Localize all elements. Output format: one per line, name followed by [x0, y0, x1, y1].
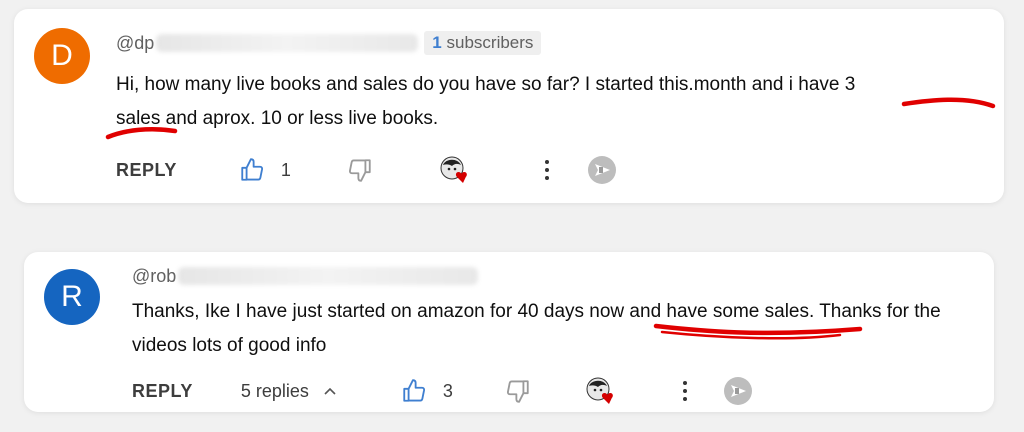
like-button[interactable]: 1	[239, 157, 291, 183]
more-vert-icon	[544, 160, 549, 180]
view-replies-button[interactable]: 5 replies	[241, 381, 309, 402]
more-vert-icon	[682, 381, 687, 401]
avatar[interactable]: D	[34, 28, 90, 84]
creator-heart[interactable]	[439, 155, 473, 185]
more-options-button[interactable]	[543, 158, 551, 182]
thumbs-down-icon	[506, 380, 529, 403]
thumbs-up-icon	[403, 379, 425, 402]
send-icon	[587, 156, 616, 184]
reply-button[interactable]: REPLY	[132, 381, 193, 402]
redacted-name	[156, 34, 419, 52]
thumbs-up-icon	[241, 158, 263, 181]
share-button[interactable]	[723, 376, 753, 406]
thumbs-down-icon	[348, 159, 371, 182]
like-count: 1	[280, 159, 291, 180]
send-icon	[723, 377, 752, 405]
reply-button[interactable]: REPLY	[116, 160, 177, 181]
creator-heart[interactable]	[585, 376, 619, 406]
comment-line: Thanks, Ike I have just started on amazo…	[132, 301, 941, 322]
comment-line: Hi, how many live books and sales do you…	[116, 74, 856, 95]
share-button[interactable]	[587, 155, 617, 185]
comment-actions: REPLY 5 replies 3	[132, 376, 753, 406]
author-handle[interactable]: @rob	[132, 266, 176, 287]
comment-header: @rob	[132, 262, 479, 290]
redacted-name	[178, 267, 479, 285]
more-options-button[interactable]	[681, 379, 689, 403]
creator-heart-icon	[586, 377, 613, 404]
comment-line: sales and aprox. 10 or less live books.	[116, 108, 439, 129]
comment-card: D @dp 1 subscribers Hi, how many live bo…	[14, 9, 1004, 203]
comment-header: @dp 1 subscribers	[116, 29, 542, 57]
subscriber-label: subscribers	[446, 33, 534, 52]
creator-heart-icon	[440, 156, 467, 183]
comment-line: videos lots of good info	[132, 335, 327, 356]
avatar[interactable]: R	[44, 269, 100, 325]
comment-text: Thanks, Ike I have just started on amazo…	[132, 295, 992, 363]
like-button[interactable]: 3	[401, 378, 453, 404]
dislike-button[interactable]	[505, 378, 531, 404]
chevron-up-icon[interactable]	[323, 384, 337, 398]
comment-actions: REPLY 1	[116, 155, 617, 185]
subscriber-count: 1	[432, 33, 442, 52]
comment-card: R @rob Thanks, Ike I have just started o…	[24, 252, 994, 412]
comment-text: Hi, how many live books and sales do you…	[116, 68, 996, 136]
like-count: 3	[442, 380, 453, 401]
dislike-button[interactable]	[347, 157, 373, 183]
subscriber-badge: 1 subscribers	[424, 31, 542, 55]
author-handle[interactable]: @dp	[116, 33, 154, 54]
